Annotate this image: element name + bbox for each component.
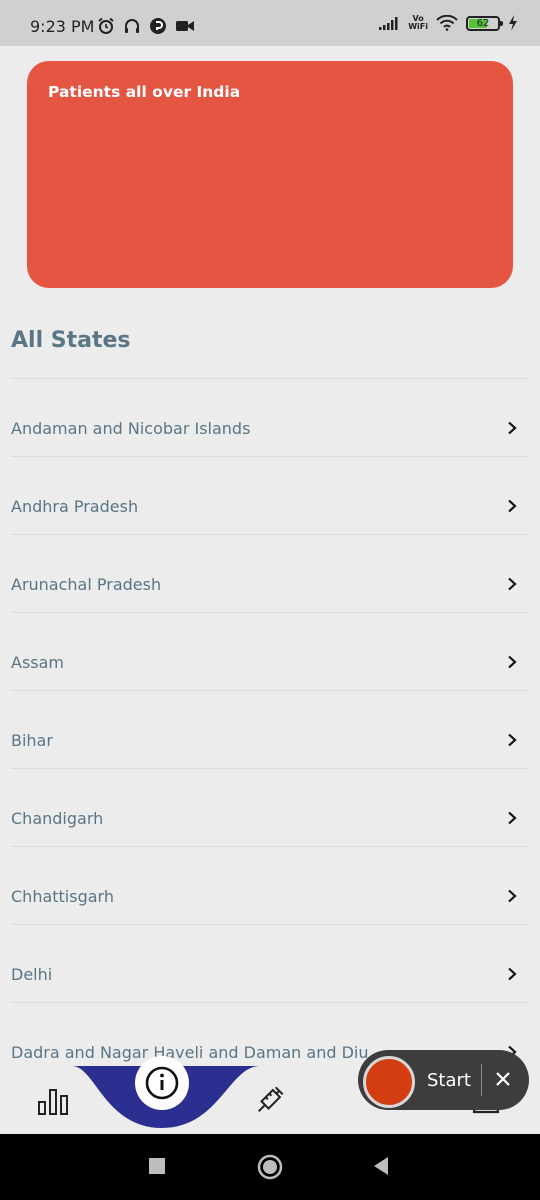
info-icon [135,1056,189,1110]
list-item[interactable]: Assam [11,613,529,691]
headphones-icon [125,19,139,33]
system-nav-bar [0,1134,540,1200]
nav-vaccine[interactable] [250,1066,290,1134]
state-name: Andhra Pradesh [11,497,139,516]
chevron-right-icon [508,655,517,669]
list-item[interactable]: Delhi [11,925,529,1003]
chevron-right-icon [508,421,517,435]
chevron-right-icon [508,577,517,591]
signal-icon [379,17,398,30]
state-name: Delhi [11,965,53,984]
record-button[interactable] [363,1056,415,1108]
divider [481,1064,482,1096]
state-name: Bihar [11,731,53,750]
alarm-icon [98,17,114,34]
patients-summary-card[interactable]: Patients all over India [27,61,513,288]
circle-icon[interactable] [257,1154,283,1180]
list-item[interactable]: Andhra Pradesh [11,457,529,535]
chevron-right-icon [508,499,517,513]
app-icon [150,18,166,34]
status-right-icons: Vo WiFi 62 [378,15,518,31]
charging-icon [509,15,517,31]
wifi-icon [436,15,458,31]
nav-info[interactable] [133,1056,191,1134]
state-name: Chhattisgarh [11,887,114,906]
vaccine-icon [257,1086,284,1113]
list-item[interactable]: Andaman and Nicobar Islands [11,379,529,457]
state-name: Arunachal Pradesh [11,575,162,594]
state-name: Chandigarh [11,809,104,828]
close-icon[interactable] [492,1068,514,1090]
states-list[interactable]: Andaman and Nicobar Islands Andhra Prade… [11,378,529,1067]
status-time: 9:23 PM [30,17,95,36]
battery-level: 62 [476,17,490,29]
list-item[interactable]: Arunachal Pradesh [11,535,529,613]
card-title: Patients all over India [48,83,241,101]
state-name: Andaman and Nicobar Islands [11,419,251,438]
chevron-right-icon [508,811,517,825]
nav-stats[interactable] [30,1066,78,1134]
list-item[interactable]: Chandigarh [11,769,529,847]
list-item[interactable]: Bihar [11,691,529,769]
chevron-right-icon [508,889,517,903]
bar-chart-icon [38,1089,68,1115]
start-recording-label[interactable]: Start [427,1070,471,1091]
screen-recorder-widget[interactable]: Start [358,1050,529,1110]
list-item[interactable]: Chhattisgarh [11,847,529,925]
status-bar: 9:23 PM Vo WiFi 62 [0,0,540,46]
vowifi-icon: Vo WiFi [408,14,428,31]
status-left-icons [97,17,195,35]
back-icon[interactable] [372,1156,390,1176]
chevron-right-icon [508,733,517,747]
square-icon[interactable] [148,1157,166,1175]
video-icon [176,21,194,31]
chevron-right-icon [508,967,517,981]
state-name: Assam [11,653,65,672]
battery-icon: 62 [466,15,503,31]
section-title: All States [11,328,131,353]
